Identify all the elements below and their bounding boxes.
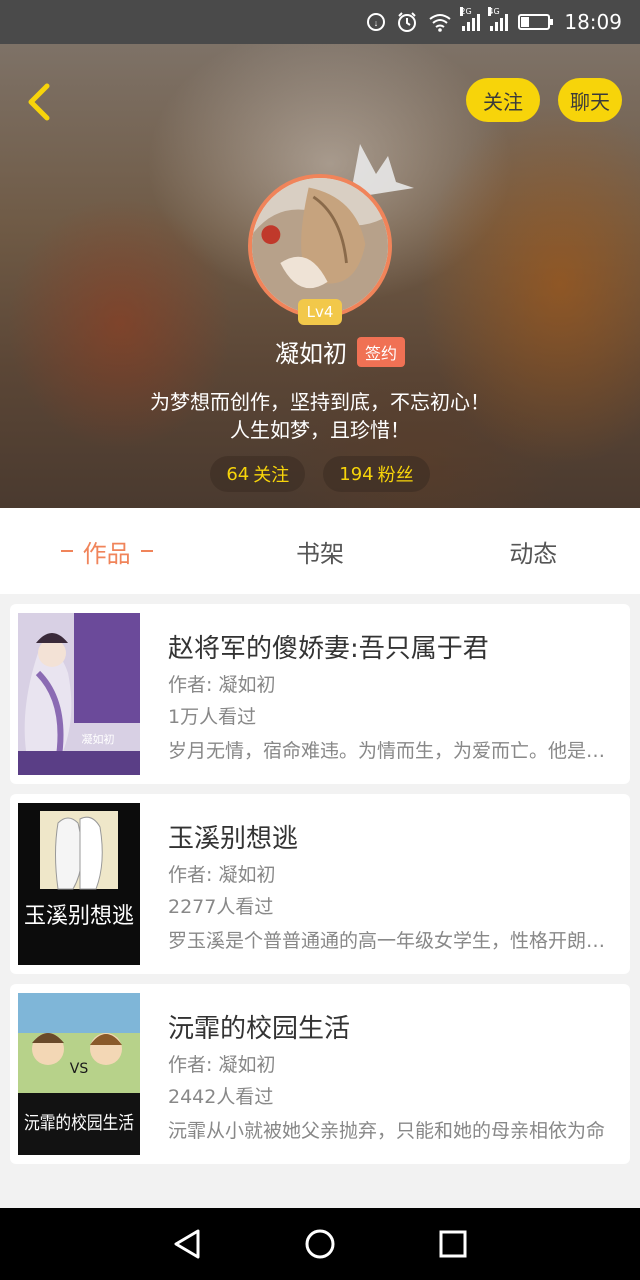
fans-count: 194 xyxy=(339,463,374,485)
battery-icon xyxy=(518,14,554,30)
book-description: 岁月无情，宿命难违。为情而生，为爱而亡。他是权倾朝野的将军 xyxy=(168,740,612,762)
book-title: 沅霏的校园生活 xyxy=(168,1014,351,1044)
book-cover-image: VS 沅霏的校园生活 xyxy=(18,993,140,1155)
nav-recents-button[interactable] xyxy=(431,1222,475,1266)
tab-activity[interactable]: 动态 xyxy=(427,508,640,594)
tab-works-label: 作品 xyxy=(82,539,131,568)
profile-tabs: 作品 书架 动态 xyxy=(0,508,640,594)
tab-indicator-left xyxy=(60,550,73,552)
cover-title-text: 玉溪别想逃 xyxy=(24,904,134,929)
book-views: 2442人看过 xyxy=(168,1086,274,1108)
tab-works[interactable]: 作品 xyxy=(0,508,213,594)
book-views: 1万人看过 xyxy=(168,706,257,728)
nav-home-button[interactable] xyxy=(298,1222,342,1266)
data-saver-icon: ↓ xyxy=(366,12,386,32)
tab-indicator-right xyxy=(140,550,153,552)
nav-back-button[interactable] xyxy=(165,1222,209,1266)
signal-4g-icon: 4G xyxy=(488,7,509,31)
follow-button[interactable]: 关注 xyxy=(466,78,540,122)
profile-screen: ↓ 2G 4G 18:09 关注 聊天 Lv4 凝如初 签约 为梦想而创作，坚持… xyxy=(0,0,640,1280)
avatar-image xyxy=(252,178,388,314)
following-label: 关注 xyxy=(253,465,290,486)
book-title: 赵将军的傻娇妻:吾只属于君 xyxy=(168,634,489,664)
triangle-back-icon xyxy=(174,1229,200,1259)
book-card[interactable]: VS 沅霏的校园生活 沅霏的校园生活 作者: 凝如初 2442人看过 沅霏从小就… xyxy=(10,984,630,1164)
circle-home-icon xyxy=(305,1229,335,1259)
cover-vs-text: VS xyxy=(70,1061,89,1077)
cover-title-text: 沅霏的校园生活 xyxy=(24,1113,134,1134)
tab-bookshelf-label: 书架 xyxy=(295,539,344,568)
alarm-icon xyxy=(396,11,418,33)
back-button[interactable] xyxy=(16,80,60,124)
bio-line-1: 为梦想而创作，坚持到底，不忘初心！ xyxy=(150,390,490,414)
network-2g-label: 2G xyxy=(460,7,472,16)
network-4g-label: 4G xyxy=(488,7,500,16)
cover-author-text: 凝如初 xyxy=(82,732,115,746)
signed-badge: 签约 xyxy=(356,336,405,367)
book-list: 凝如初 赵将军的傻娇妻:吾只属于君 作者: 凝如初 1万人看过 岁月无情，宿命难… xyxy=(10,604,630,1174)
fans-label: 粉丝 xyxy=(377,465,414,486)
book-description: 罗玉溪是个普普通通的高一年级女学生，性格开朗活泼 xyxy=(168,930,612,952)
book-cover: 凝如初 xyxy=(18,613,140,775)
status-bar: ↓ 2G 4G 18:09 xyxy=(0,0,640,44)
wifi-icon xyxy=(428,12,452,32)
book-title: 玉溪别想逃 xyxy=(168,824,299,854)
book-cover-image: 玉溪别想逃 xyxy=(18,803,140,965)
system-navigation-bar xyxy=(0,1208,640,1280)
bio-line-2: 人生如梦，且珍惜！ xyxy=(230,418,410,442)
book-views: 2277人看过 xyxy=(168,896,274,918)
book-card[interactable]: 玉溪别想逃 玉溪别想逃 作者: 凝如初 2277人看过 罗玉溪是个普普通通的高一… xyxy=(10,794,630,974)
tab-activity-label: 动态 xyxy=(509,539,558,568)
user-bio: 为梦想而创作，坚持到底，不忘初心！ 人生如梦，且珍惜！ xyxy=(0,388,640,444)
tab-bookshelf[interactable]: 书架 xyxy=(213,508,426,594)
avatar[interactable] xyxy=(248,174,392,318)
book-cover-image: 凝如初 xyxy=(18,613,140,775)
book-card[interactable]: 凝如初 赵将军的傻娇妻:吾只属于君 作者: 凝如初 1万人看过 岁月无情，宿命难… xyxy=(10,604,630,784)
chat-button[interactable]: 聊天 xyxy=(558,78,622,122)
signal-2g-icon: 2G xyxy=(460,7,481,31)
following-count: 64 xyxy=(226,463,250,485)
chevron-left-icon xyxy=(28,83,50,121)
book-author: 作者: 凝如初 xyxy=(168,864,276,886)
user-name: 凝如初 xyxy=(274,340,347,368)
status-time: 18:09 xyxy=(564,10,622,34)
book-description: 沅霏从小就被她父亲抛弃，只能和她的母亲相依为命 xyxy=(168,1120,606,1142)
book-cover: 玉溪别想逃 xyxy=(18,803,140,965)
following-stat[interactable]: 64 关注 xyxy=(210,456,306,492)
square-recents-icon xyxy=(439,1230,467,1258)
svg-text:↓: ↓ xyxy=(374,18,379,28)
level-badge: Lv4 xyxy=(298,299,342,325)
stats-row: 64 关注 194 粉丝 xyxy=(0,456,640,492)
name-row: 凝如初 签约 xyxy=(0,334,640,369)
book-author: 作者: 凝如初 xyxy=(168,674,276,696)
profile-header: 关注 聊天 Lv4 凝如初 签约 为梦想而创作，坚持到底，不忘初心！ 人生如梦，… xyxy=(0,44,640,508)
book-author: 作者: 凝如初 xyxy=(168,1054,276,1076)
book-cover: VS 沅霏的校园生活 xyxy=(18,993,140,1155)
fans-stat[interactable]: 194 粉丝 xyxy=(323,456,430,492)
